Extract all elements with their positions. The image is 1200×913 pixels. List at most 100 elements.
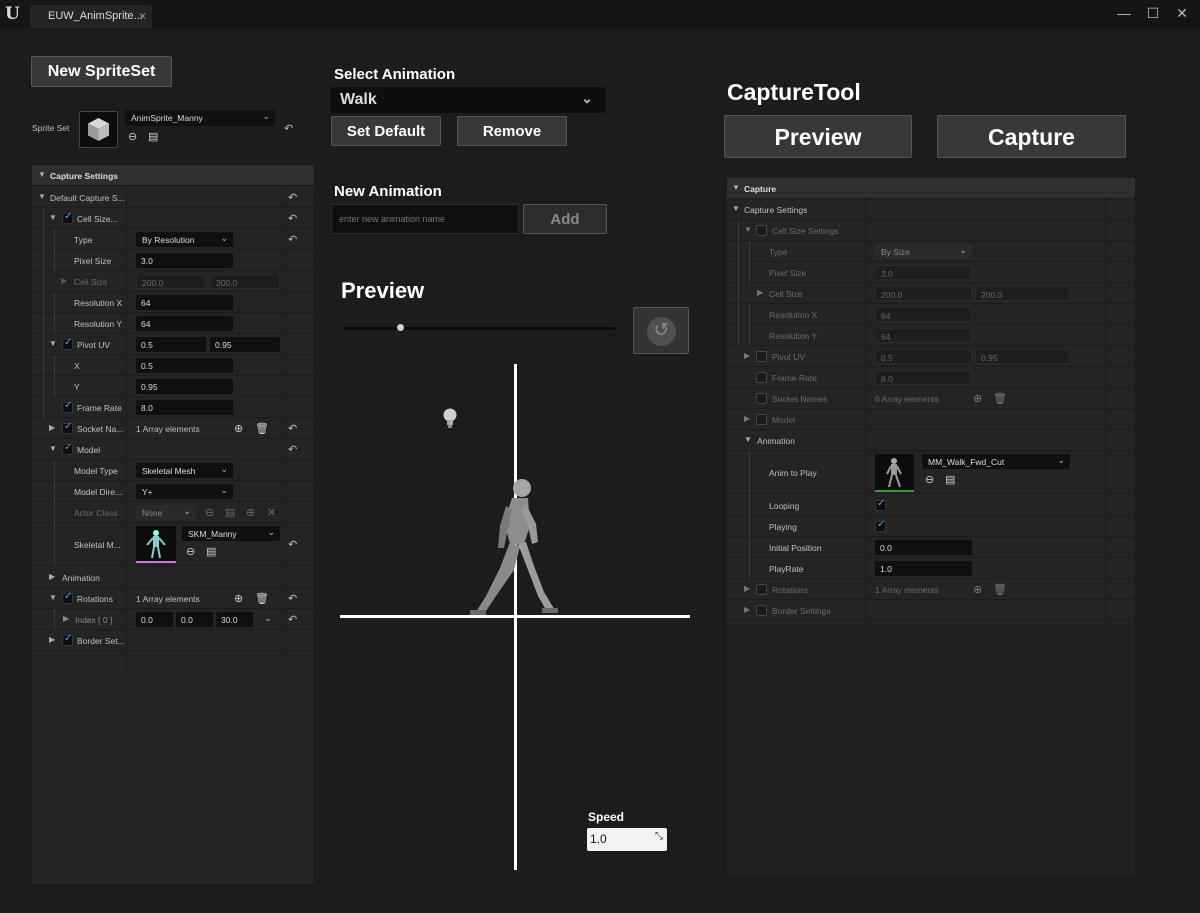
r-frame-rate-checkbox[interactable] [756,372,767,383]
browse-icon[interactable]: ⊖ [186,545,195,558]
resize-handle-icon[interactable]: ⤡ [655,831,663,842]
r-model-checkbox[interactable] [756,414,767,425]
close-window-icon[interactable]: ✕ [1172,5,1192,22]
minimize-icon[interactable]: — [1114,5,1134,21]
cell-size-checkbox[interactable] [62,211,73,224]
r-socket-names-checkbox[interactable] [756,393,767,404]
reset-icon[interactable]: ↶ [288,191,297,204]
delete-icon[interactable]: 🗑 [255,592,269,605]
playing-checkbox[interactable] [875,519,886,532]
reset-icon[interactable]: ↶ [288,422,297,435]
delete-icon[interactable]: 🗑 [993,392,1007,405]
tab-close-icon[interactable]: × [139,9,146,23]
delete-icon[interactable]: 🗑 [255,422,269,435]
reset-icon[interactable]: ↶ [288,613,297,626]
preview-slider-track[interactable] [343,327,615,330]
maximize-icon[interactable]: ☐ [1143,5,1163,22]
capture-settings-header[interactable]: ▼ Capture Settings [32,165,314,186]
skeletal-mesh-thumbnail[interactable] [136,526,176,563]
capture-header[interactable]: ▼ Capture [727,178,1135,199]
rotation-z-field[interactable]: 30.0 [216,612,253,627]
reset-icon[interactable]: ↶ [288,592,297,605]
initial-position-field[interactable]: 0.0 [875,540,972,555]
r-resolution-y-field[interactable]: 64 [875,328,972,343]
browse-icon[interactable]: ⊖ [128,130,137,143]
type-combo[interactable]: By Resolution ⌄ [136,232,233,247]
pixel-size-field[interactable]: 3.0 [136,253,233,268]
reset-icon[interactable]: ↶ [288,212,297,225]
r-type-combo[interactable]: By Size ⌄ [875,244,972,259]
speed-input[interactable]: 1.0 ⤡ [587,828,667,851]
new-animation-input[interactable] [331,204,519,234]
playrate-field[interactable]: 1.0 [875,561,972,576]
frame-rate-checkbox[interactable] [62,400,73,413]
pivot-x-field[interactable]: 0.5 [136,358,233,373]
find-in-browser-icon[interactable]: ▤ [945,473,955,486]
clear-icon[interactable]: ✕ [267,506,276,519]
reset-rotation-button[interactable]: ↺ [633,307,689,354]
cell-size-settings-checkbox[interactable] [756,225,767,236]
reset-icon[interactable]: ↶ [288,538,297,551]
r-rotations-checkbox[interactable] [756,584,767,595]
new-spriteset-button[interactable]: New SpriteSet [31,56,172,87]
unreal-logo-icon[interactable]: U [5,4,23,24]
model-direction-combo[interactable]: Y+ ⌄ [136,484,233,499]
r-pivot-v-field[interactable]: 0.95 [975,349,1070,364]
cell-size-x-field[interactable]: 200.0 [136,274,206,289]
actor-class-combo[interactable]: None ⌄ [136,505,196,520]
r-cell-size-y-field[interactable]: 200.0 [975,286,1070,301]
find-icon[interactable]: ▤ [225,506,235,519]
rotations-checkbox[interactable] [62,591,73,604]
r-pixel-size-field[interactable]: 3.0 [875,265,972,280]
browse-icon[interactable]: ⊖ [925,473,934,486]
remove-button[interactable]: Remove [457,116,567,146]
add-button[interactable]: Add [523,204,607,234]
reset-icon[interactable]: ↶ [288,233,297,246]
add-element-icon[interactable]: ⊕ [234,592,243,605]
looping-checkbox[interactable] [875,498,886,511]
cell-size-y-field[interactable]: 200.0 [210,274,280,289]
rotation-y-field[interactable]: 0.0 [176,612,213,627]
light-bulb-icon[interactable] [442,407,458,431]
pivot-v-field[interactable]: 0.95 [210,337,280,352]
rotation-x-field[interactable]: 0.0 [136,612,173,627]
skeletal-mesh-combo[interactable]: SKM_Manny ⌄ [182,526,280,541]
anim-thumbnail[interactable] [875,454,914,492]
r-frame-rate-field[interactable]: 8.0 [875,370,972,385]
sprite-set-thumbnail[interactable] [79,111,118,148]
r-border-settings-checkbox[interactable] [756,605,767,616]
reset-icon[interactable]: ↶ [288,443,297,456]
add-element-icon[interactable]: ⊕ [973,392,982,405]
sprite-set-combo[interactable]: AnimSprite_Manny ⌄ [125,110,275,126]
r-pivot-u-field[interactable]: 0.5 [875,349,972,364]
resolution-x-field[interactable]: 64 [136,295,233,310]
preview-button[interactable]: Preview [724,115,912,158]
model-type-combo[interactable]: Skeletal Mesh ⌄ [136,463,233,478]
r-pivot-uv-checkbox[interactable] [756,351,767,362]
model-checkbox[interactable] [62,442,73,455]
animation-select-combo[interactable]: Walk ⌄ [331,87,605,113]
socket-names-checkbox[interactable] [62,421,73,434]
find-in-browser-icon[interactable]: ▤ [206,545,216,558]
chevron-down-icon[interactable]: ⌄ [264,613,272,624]
anim-to-play-combo[interactable]: MM_Walk_Fwd_Cut ⌄ [922,454,1070,469]
r-resolution-x-field[interactable]: 64 [875,307,972,322]
frame-rate-field[interactable]: 8.0 [136,400,233,415]
capture-button[interactable]: Capture [937,115,1126,158]
border-settings-checkbox[interactable] [62,633,73,646]
add-icon[interactable]: ⊕ [246,506,255,519]
preview-viewport[interactable] [338,362,692,872]
delete-icon[interactable]: 🗑 [993,583,1007,596]
add-element-icon[interactable]: ⊕ [234,422,243,435]
reset-icon[interactable]: ↶ [284,122,293,135]
set-default-button[interactable]: Set Default [331,116,441,146]
browse-icon[interactable]: ⊖ [205,506,214,519]
pivot-uv-checkbox[interactable] [62,337,73,350]
resolution-y-field[interactable]: 64 [136,316,233,331]
pivot-y-field[interactable]: 0.95 [136,379,233,394]
pivot-u-field[interactable]: 0.5 [136,337,206,352]
tab-euw-animsprite[interactable]: EUW_AnimSprite... × [30,5,152,28]
add-element-icon[interactable]: ⊕ [973,583,982,596]
r-cell-size-x-field[interactable]: 200.0 [875,286,972,301]
find-in-browser-icon[interactable]: ▤ [148,130,158,143]
